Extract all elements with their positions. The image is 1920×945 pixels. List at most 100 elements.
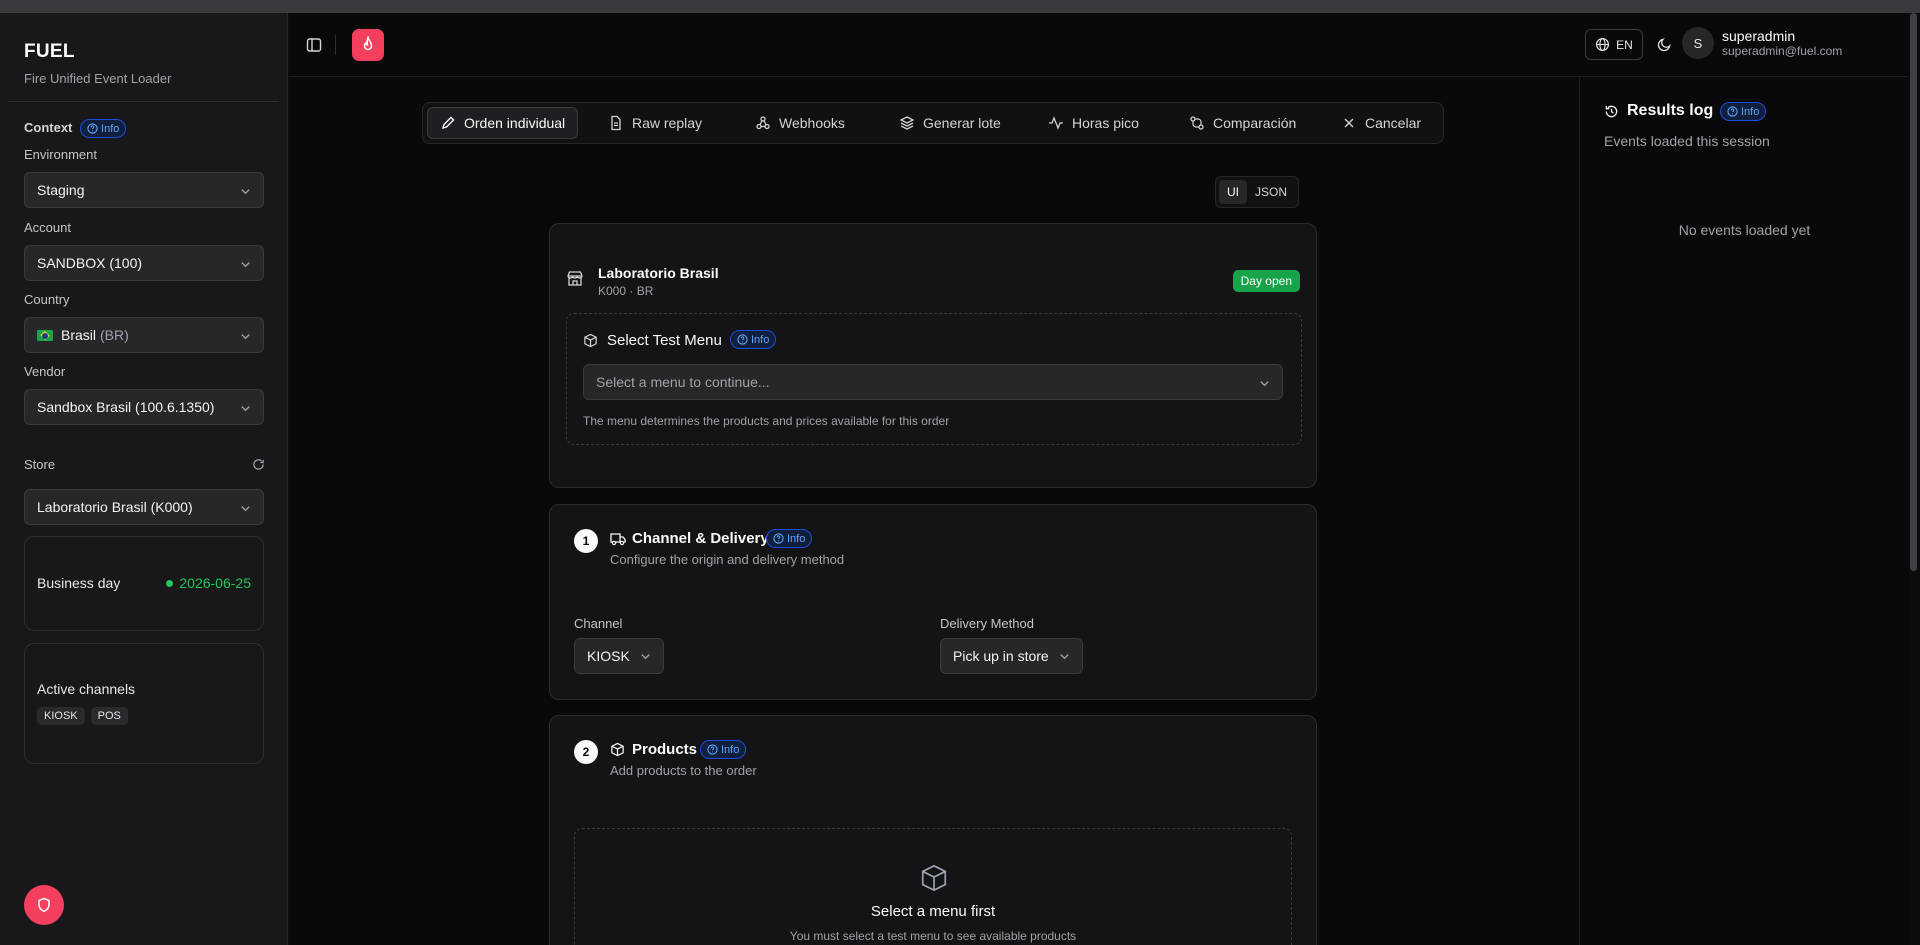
store-card: Laboratorio Brasil K000 · BR Day open Se… (549, 223, 1317, 488)
chevron-down-icon (241, 189, 250, 195)
truck-icon (610, 533, 626, 546)
context-heading: Context Info (24, 119, 127, 138)
package-icon (921, 864, 947, 892)
account-label: Account (24, 220, 71, 235)
chevron-down-icon (241, 506, 250, 512)
user-name: superadmin (1722, 28, 1796, 44)
top-bar: EN S superadmin superadmin@fuel.com (289, 13, 1920, 77)
chevron-down-icon (241, 262, 250, 268)
topbar-divider (335, 35, 336, 55)
business-day-label: Business day (37, 575, 121, 591)
channel-delivery-section: 1 Channel & Delivery Info Configure the … (549, 504, 1317, 700)
layers-icon (899, 116, 915, 130)
help-circle-icon (87, 123, 98, 134)
avatar: S (1682, 27, 1714, 59)
help-circle-icon (773, 533, 784, 544)
store-select[interactable]: Laboratorio Brasil (K000) (24, 489, 264, 525)
environment-value: Staging (37, 182, 85, 198)
results-log-title: Results log (1627, 102, 1714, 119)
user-email: superadmin@fuel.com (1722, 44, 1843, 58)
flame-icon (363, 36, 373, 51)
store-icon (567, 271, 583, 286)
mode-tabs: Orden individual Raw replay Webhooks Gen… (422, 102, 1444, 144)
activity-icon (1049, 116, 1063, 130)
step-number: 1 (574, 529, 598, 553)
test-menu-info-button[interactable]: Info (730, 330, 777, 349)
sidebar-panel-icon (306, 38, 322, 52)
store-label: Store (24, 457, 56, 472)
context-info-button[interactable]: Info (80, 119, 127, 138)
tab-horas-pico[interactable]: Horas pico (1036, 107, 1151, 139)
context-label: Context (24, 119, 73, 135)
delivery-method-value: Pick up in store (953, 648, 1049, 664)
tab-generar-lote[interactable]: Generar lote (887, 107, 1013, 139)
store-name: Laboratorio Brasil (598, 265, 719, 281)
business-day-value: 2026-06-25 (179, 575, 251, 591)
country-code: (BR) (100, 327, 129, 343)
app-subtitle: Fire Unified Event Loader (24, 71, 172, 86)
products-section: 2 Products Info Add products to the orde… (549, 715, 1317, 945)
tab-webhooks[interactable]: Webhooks (743, 107, 857, 139)
store-value: Laboratorio Brasil (K000) (37, 499, 193, 515)
channel-badge: POS (90, 707, 128, 725)
channel-section-title: Channel & Delivery (632, 530, 769, 547)
results-log-info-button[interactable]: Info (1720, 102, 1767, 121)
user-menu[interactable]: S superadmin superadmin@fuel.com (1682, 27, 1842, 59)
security-button[interactable] (24, 885, 64, 925)
chevron-down-icon (1260, 381, 1269, 387)
account-value: SANDBOX (100) (37, 255, 143, 271)
country-select[interactable]: Brasil (BR) (24, 317, 264, 353)
info-label: Info (101, 122, 120, 135)
test-menu-box: Select Test Menu Info Select a menu to c… (566, 313, 1302, 445)
test-menu-placeholder: Select a menu to continue... (596, 374, 770, 390)
help-circle-icon (707, 744, 718, 755)
delivery-method-select[interactable]: Pick up in store (940, 638, 1083, 674)
view-toggle: UI JSON (1215, 176, 1300, 208)
brazil-flag-icon (37, 329, 53, 341)
toggle-sidebar-button[interactable] (303, 34, 325, 56)
active-channels-label: Active channels (37, 681, 136, 697)
vendor-label: Vendor (24, 364, 66, 379)
scrollbar-thumb[interactable] (1910, 13, 1917, 571)
file-icon (611, 115, 621, 131)
sidebar: FUEL Fire Unified Event Loader Context I… (0, 13, 288, 945)
country-label: Country (24, 292, 70, 307)
channel-info-button[interactable]: Info (766, 529, 813, 548)
moon-icon (1657, 37, 1671, 51)
tab-raw-replay[interactable]: Raw replay (596, 107, 714, 139)
environment-select[interactable]: Staging (24, 172, 264, 208)
test-menu-help: The menu determines the products and pri… (583, 414, 950, 428)
view-ui-button[interactable]: UI (1219, 180, 1247, 204)
tab-label: Generar lote (923, 115, 1001, 131)
package-icon (584, 333, 597, 348)
compare-icon (1190, 116, 1204, 130)
vendor-value: Sandbox Brasil (100.6.1350) (37, 399, 215, 415)
products-empty-desc: You must select a test menu to see avail… (789, 929, 1077, 943)
tab-comparacion[interactable]: Comparación (1177, 107, 1308, 139)
products-info-button[interactable]: Info (700, 740, 747, 759)
view-json-button[interactable]: JSON (1247, 180, 1295, 204)
sidebar-divider (8, 101, 279, 102)
tab-label: Raw replay (632, 115, 703, 131)
business-day-card: Business day 2026-06-25 (24, 536, 264, 631)
refresh-icon (252, 458, 264, 470)
user-info: superadmin superadmin@fuel.com (1722, 28, 1842, 58)
channel-label: Channel (574, 616, 623, 631)
account-select[interactable]: SANDBOX (100) (24, 245, 264, 281)
globe-icon (1596, 37, 1610, 52)
vendor-select[interactable]: Sandbox Brasil (100.6.1350) (24, 389, 264, 425)
delivery-method-label: Delivery Method (940, 616, 1034, 631)
refresh-store-button[interactable] (250, 456, 266, 472)
tab-cancelar[interactable]: Cancelar (1329, 107, 1433, 139)
products-section-subtitle: Add products to the order (610, 763, 757, 778)
status-badge: Day open (1232, 270, 1300, 292)
brand: FUEL Fire Unified Event Loader (24, 41, 171, 86)
language-button[interactable]: EN (1585, 29, 1643, 60)
tab-orden-individual[interactable]: Orden individual (427, 107, 579, 139)
fuel-logo-button[interactable] (352, 29, 384, 61)
theme-toggle-button[interactable] (1653, 33, 1675, 55)
products-section-title: Products (632, 741, 698, 758)
channel-select[interactable]: KIOSK (574, 638, 664, 674)
country-value: Brasil (61, 327, 97, 343)
test-menu-select[interactable]: Select a menu to continue... (583, 364, 1283, 400)
